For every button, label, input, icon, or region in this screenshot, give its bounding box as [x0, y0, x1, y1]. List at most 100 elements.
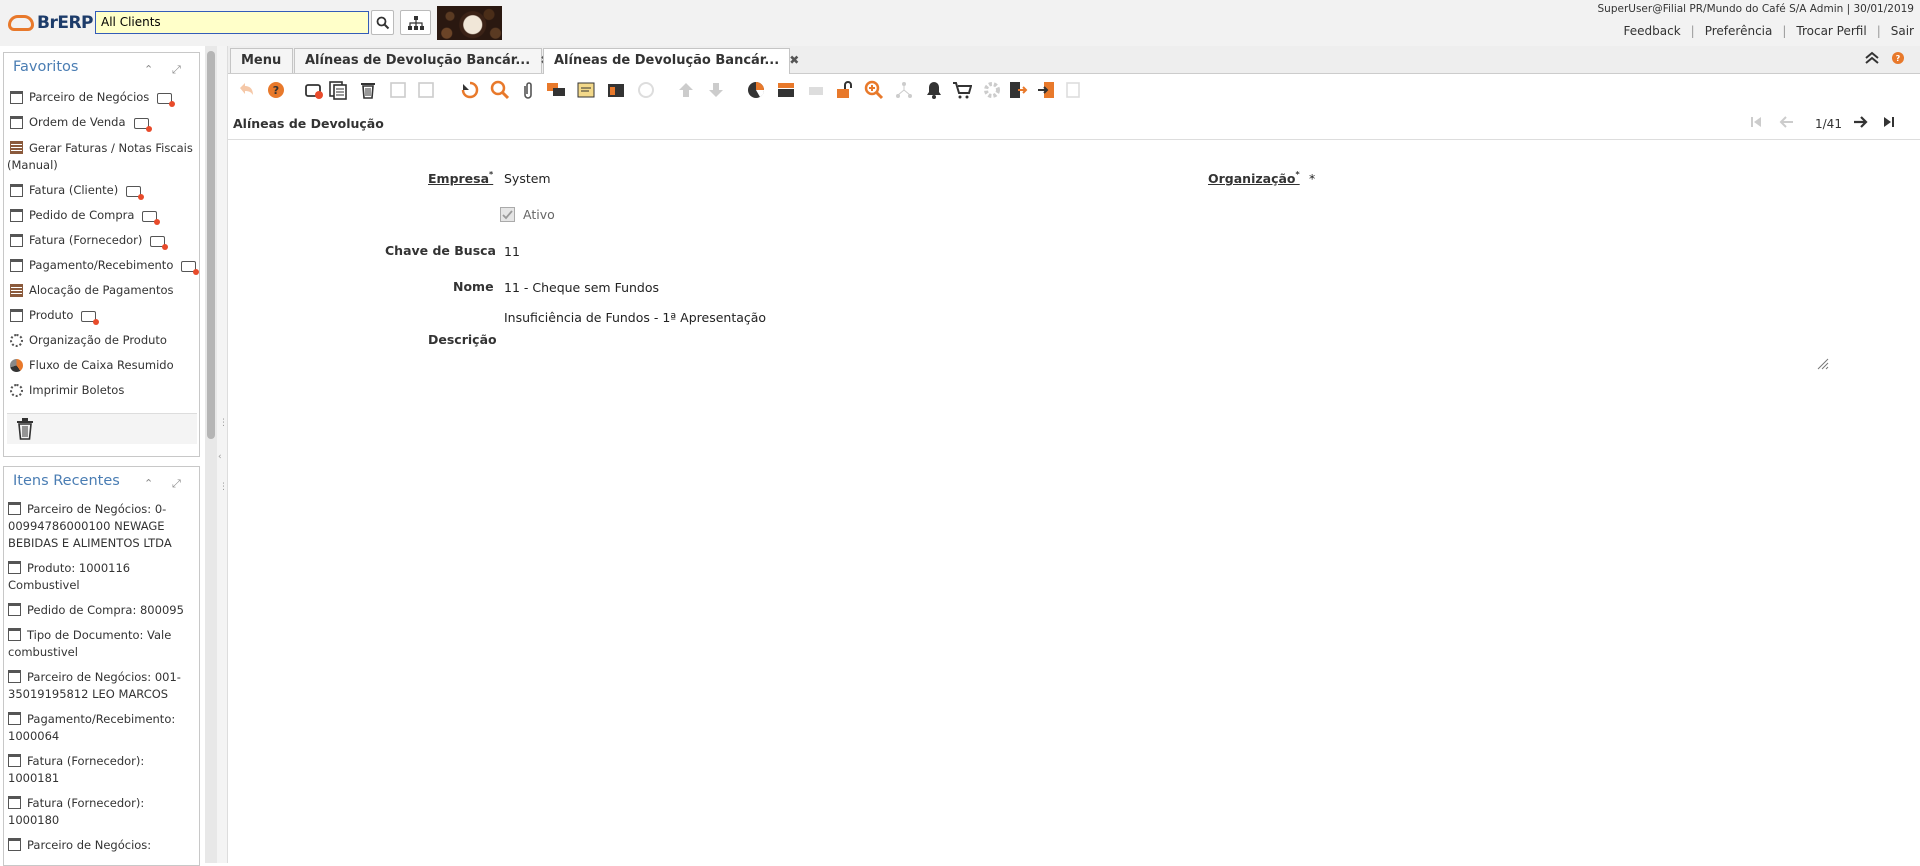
- archived-docs-icon[interactable]: [776, 80, 796, 100]
- form-title: Alíneas de Devolução: [233, 116, 384, 131]
- bell-icon[interactable]: [924, 80, 944, 100]
- ativo-checkbox[interactable]: [500, 207, 515, 222]
- window-icon: [10, 259, 23, 272]
- favorite-item[interactable]: Fluxo de Caixa Resumido: [7, 357, 197, 374]
- recent-item[interactable]: Fatura (Fornecedor): 1000180: [4, 795, 194, 829]
- chat-icon[interactable]: [546, 80, 566, 100]
- new-record-icon[interactable]: [133, 118, 152, 132]
- top-links: Feedback | Preferência | Trocar Perfil | Sa…: [1623, 24, 1914, 38]
- form-header: Alíneas de Devolução 1/41: [228, 107, 1920, 140]
- window-icon: [10, 184, 23, 197]
- new-record-icon[interactable]: [181, 261, 200, 275]
- svg-text:?: ?: [1896, 54, 1901, 63]
- help-icon[interactable]: ?: [266, 80, 286, 100]
- arrow-down-icon: [706, 80, 726, 100]
- export-icon[interactable]: [1008, 80, 1028, 100]
- customize-icon: [1064, 80, 1084, 100]
- archive-icon: [636, 80, 656, 100]
- delete-icon[interactable]: [358, 80, 378, 100]
- tab-alineas-1[interactable]: Alíneas de Devolução Bancár...✖: [294, 48, 550, 73]
- tab-menu[interactable]: Menu: [230, 48, 293, 73]
- organizacao-value[interactable]: *: [1309, 171, 1315, 186]
- product-info-icon[interactable]: [606, 80, 626, 100]
- recent-item[interactable]: Parceiro de Negócios: 0-00994786000100 N…: [4, 501, 194, 552]
- sitemap-icon: [407, 15, 424, 30]
- panel-splitter[interactable]: ⋮ ‹ ⋮: [217, 46, 228, 863]
- close-icon[interactable]: ✖: [789, 53, 799, 67]
- new-record-icon[interactable]: [304, 80, 324, 100]
- brerp-logo[interactable]: BrERP: [8, 10, 94, 36]
- empresa-label: Empresa*: [428, 170, 494, 187]
- collapse-icon[interactable]: ⌃: [144, 477, 153, 490]
- favorite-item[interactable]: Produto: [7, 307, 197, 325]
- window-icon: [8, 561, 21, 574]
- recent-item[interactable]: Pedido de Compra: 800095: [4, 602, 194, 619]
- collapse-icon[interactable]: ⌃: [144, 63, 153, 76]
- last-record-icon[interactable]: [1882, 115, 1896, 132]
- org-tree-button[interactable]: [400, 10, 431, 35]
- favorite-item[interactable]: Organização de Produto: [7, 332, 197, 349]
- favorite-item[interactable]: Pedido de Compra: [7, 207, 197, 225]
- expand-icon[interactable]: ⤢: [172, 477, 181, 491]
- nome-value[interactable]: 11 - Cheque sem Fundos: [504, 280, 659, 295]
- scrollbar-thumb[interactable]: [207, 51, 215, 439]
- organizacao-label: Organização*: [1208, 170, 1300, 187]
- search-button[interactable]: [371, 10, 394, 35]
- ignore-icon[interactable]: [236, 80, 256, 100]
- resize-handle-icon[interactable]: [1817, 358, 1829, 370]
- report-chart-icon[interactable]: [746, 80, 766, 100]
- favorite-item[interactable]: Fatura (Cliente): [7, 182, 197, 200]
- help-icon[interactable]: ?: [1892, 52, 1904, 64]
- trash-icon[interactable]: [16, 418, 34, 440]
- recent-item[interactable]: Pagamento/Recebimento: 1000064: [4, 711, 194, 745]
- lock-icon[interactable]: [834, 80, 854, 100]
- cloud-icon: [8, 15, 34, 31]
- cart-icon[interactable]: [952, 80, 972, 100]
- new-record-icon[interactable]: [126, 186, 145, 200]
- empresa-value[interactable]: System: [504, 171, 551, 186]
- favorite-item[interactable]: Ordem de Venda: [7, 114, 197, 132]
- recent-item[interactable]: Parceiro de Negócios: 001-35019195812 LE…: [4, 669, 194, 703]
- favorite-item[interactable]: Pagamento/Recebimento: [7, 257, 200, 275]
- preferencia-link[interactable]: Preferência: [1705, 24, 1773, 38]
- new-record-icon[interactable]: [157, 93, 176, 107]
- descricao-label: Descrição: [428, 332, 497, 347]
- new-record-icon[interactable]: [142, 211, 161, 225]
- splitter-handle-icon[interactable]: ⋮: [219, 418, 228, 428]
- favorite-item[interactable]: Fatura (Fornecedor): [7, 232, 197, 250]
- recent-item[interactable]: Tipo de Documento: Vale combustivel: [4, 627, 194, 661]
- expand-icon[interactable]: ⤢: [172, 63, 181, 77]
- attachment-icon[interactable]: [518, 80, 538, 100]
- postit-icon[interactable]: [576, 80, 596, 100]
- sair-link[interactable]: Sair: [1891, 24, 1914, 38]
- favorite-item[interactable]: Alocação de Pagamentos: [7, 282, 197, 299]
- chave-de-busca-label: Chave de Busca: [385, 243, 496, 258]
- recent-item[interactable]: Produto: 1000116 Combustivel: [4, 560, 194, 594]
- recent-item[interactable]: Parceiro de Negócios:: [4, 837, 194, 854]
- new-record-icon[interactable]: [81, 311, 100, 325]
- new-record-icon[interactable]: [150, 236, 169, 250]
- tab-alineas-2[interactable]: Alíneas de Devolução Bancár... ✖: [543, 48, 799, 74]
- favorite-item[interactable]: Parceiro de Negócios: [7, 89, 197, 107]
- trocar-perfil-link[interactable]: Trocar Perfil: [1796, 24, 1866, 38]
- find-icon[interactable]: [490, 80, 510, 100]
- copy-record-icon[interactable]: [328, 80, 348, 100]
- refresh-icon[interactable]: [460, 80, 480, 100]
- chave-de-busca-value[interactable]: 11: [504, 244, 520, 259]
- chevron-double-up-icon[interactable]: [1864, 51, 1880, 65]
- save-icon: [388, 80, 408, 100]
- collapse-arrow-icon[interactable]: ‹: [218, 452, 222, 462]
- splitter-handle-icon[interactable]: ⋮: [219, 482, 228, 492]
- favorite-item[interactable]: Imprimir Boletos: [7, 382, 197, 399]
- client-selector-input[interactable]: All Clients: [95, 11, 369, 34]
- favorites-title: Favoritos: [13, 59, 79, 75]
- zoom-across-icon[interactable]: [864, 80, 884, 100]
- import-icon[interactable]: [1036, 80, 1056, 100]
- window-icon: [8, 502, 21, 515]
- recent-item[interactable]: Fatura (Fornecedor): 1000181: [4, 753, 194, 787]
- favorite-item[interactable]: Gerar Faturas / Notas Fiscais (Manual): [7, 139, 197, 174]
- feedback-link[interactable]: Feedback: [1624, 24, 1681, 38]
- descricao-textarea[interactable]: Insuficiência de Fundos - 1ª Apresentaçã…: [504, 310, 1824, 375]
- left-scrollbar[interactable]: [205, 46, 217, 863]
- next-record-icon[interactable]: [1852, 115, 1868, 132]
